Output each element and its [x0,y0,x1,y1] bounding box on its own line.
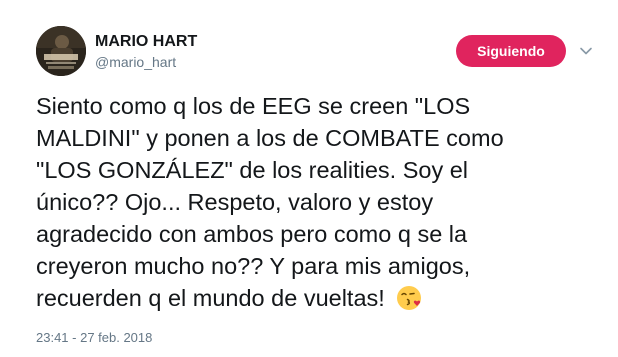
tweet-line: creyeron mucho no?? Y para mis amigos, [36,253,471,279]
tweet-menu-caret[interactable] [578,43,594,59]
display-name[interactable]: MARIO HART [95,33,197,51]
tweet-timestamp[interactable]: 23:41 - 27 feb. 2018 [36,330,152,345]
chevron-down-icon [580,47,592,55]
tweet-line: MALDINI" y ponen a los de COMBATE como [36,125,504,151]
tweet-line: Siento como q los de EEG se creen "LOS [36,93,471,119]
tweet-line-last: recuerden q el mundo de vueltas! [36,282,606,320]
tweet-line: "LOS GONZÁLEZ" de los realities. Soy el [36,157,469,183]
following-button[interactable]: Siguiendo [456,35,566,67]
tweet-text: Siento como q los de EEG se creen "LOS M… [36,90,606,320]
avatar[interactable] [36,26,86,76]
profile-photo-icon [36,26,86,76]
tweet-line: agradecido con ambos pero como q se la [36,221,468,247]
tweet-line: único?? Ojo... Respeto, valoro y estoy [36,189,434,215]
tweet-line-text: recuerden q el mundo de vueltas! [36,285,385,311]
kiss-emoji-icon [395,284,423,320]
handle[interactable]: @mario_hart [95,54,176,70]
